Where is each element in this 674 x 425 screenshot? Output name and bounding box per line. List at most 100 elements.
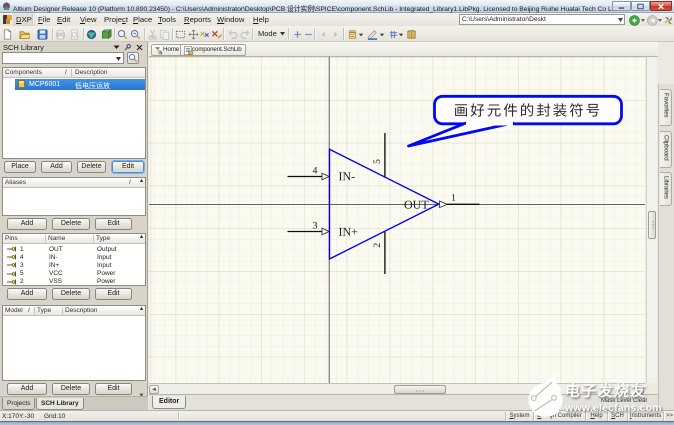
cut-icon[interactable]	[147, 29, 158, 40]
delete-model-button[interactable]: Delete	[52, 383, 90, 395]
instruments-button[interactable]: Instruments	[629, 413, 662, 419]
minimize-button[interactable]	[612, 1, 631, 11]
add-pin-button[interactable]: Add	[7, 288, 47, 300]
tab-libraries[interactable]: Libraries	[660, 172, 672, 206]
menu-help[interactable]: Help	[253, 13, 269, 26]
open-icon[interactable]	[19, 29, 30, 40]
zoom-area-icon[interactable]	[130, 29, 141, 40]
edit-alias-button[interactable]: Edit	[95, 218, 132, 230]
mask-level-button[interactable]: Mask Level	[601, 398, 631, 404]
save-icon[interactable]	[37, 29, 48, 40]
aliases-col[interactable]: Aliases	[5, 179, 26, 186]
print-preview-icon[interactable]	[69, 29, 80, 40]
delete-component-button[interactable]: Delete	[77, 161, 106, 173]
design-compiler-button[interactable]: Design Compiler	[535, 413, 584, 419]
aliases-header[interactable]: Aliases /	[3, 178, 145, 188]
clear-filter-icon[interactable]	[211, 29, 222, 40]
column-divider[interactable]	[71, 68, 72, 77]
pin-row[interactable]: 3 IN+ Input	[3, 261, 145, 269]
tab-clipboard[interactable]: Clipboard	[660, 130, 672, 168]
new-document-icon[interactable]	[2, 29, 13, 40]
system-button[interactable]: System	[507, 413, 532, 419]
tab-favorites[interactable]: Favorites	[660, 89, 672, 126]
address-combobox[interactable]: C:\Users\Administrator\Deskt	[459, 14, 625, 25]
component-name[interactable]: MCP6001	[29, 81, 60, 88]
components-col[interactable]: Components	[5, 69, 42, 76]
column-divider[interactable]	[93, 235, 94, 243]
menu-project[interactable]: Project	[104, 13, 128, 26]
model-col[interactable]: Model	[5, 307, 23, 314]
aliases-scroll-up-icon[interactable]: ▲	[138, 178, 145, 185]
close-button[interactable]	[650, 1, 672, 11]
copy-icon[interactable]	[159, 29, 170, 40]
pin-row[interactable]: 4 IN- Input	[3, 253, 145, 261]
hscroll-thumb[interactable]	[394, 385, 446, 394]
search-button[interactable]	[127, 52, 139, 64]
filter-combobox[interactable]	[2, 52, 124, 64]
component-description[interactable]: 低电压运放	[75, 81, 110, 91]
zoom-in-icon[interactable]	[117, 29, 128, 40]
add-alias-button[interactable]: Add	[7, 218, 47, 230]
menu-file[interactable]: File	[38, 13, 50, 26]
add-component-button[interactable]: Add	[41, 161, 72, 173]
redo-icon[interactable]	[240, 29, 251, 40]
delete-alias-button[interactable]: Delete	[52, 218, 90, 230]
pins-type-col[interactable]: Type	[96, 235, 110, 242]
menu-view[interactable]: View	[80, 13, 97, 26]
panel-menu-icon[interactable]	[113, 44, 120, 50]
pins-scroll-up-icon[interactable]: ▲	[138, 234, 145, 241]
menu-reports[interactable]: Reports	[184, 13, 211, 26]
move-icon[interactable]	[188, 29, 199, 40]
vertical-scrollbar[interactable]	[646, 57, 657, 383]
print-icon[interactable]	[55, 29, 66, 40]
pin-row[interactable]: 1 OUT Output	[3, 245, 145, 253]
callout[interactable]: 画好元件的封装符号	[407, 94, 623, 148]
browse-globe-icon[interactable]	[86, 29, 97, 40]
clear-button[interactable]: Clear	[633, 398, 647, 404]
menu-tools[interactable]: Tools	[158, 13, 176, 26]
help-button[interactable]: Help	[587, 413, 606, 419]
tab-sch-library[interactable]: SCH Library	[36, 398, 84, 410]
pin-row[interactable]: 5 VCC Power	[3, 270, 145, 278]
place-button[interactable]: Place	[4, 161, 36, 173]
model-type-col[interactable]: Type	[37, 307, 51, 314]
components-header[interactable]: Components / Description	[3, 67, 145, 78]
pins-header[interactable]: Pins Name Type	[3, 234, 145, 244]
edit-component-button[interactable]: Edit	[112, 161, 144, 173]
remove-mode-icon[interactable]	[303, 29, 314, 40]
vscroll-thumb[interactable]	[648, 211, 656, 239]
maximize-button[interactable]	[631, 1, 650, 11]
grid-cycle-icon[interactable]	[347, 29, 358, 40]
tab-home[interactable]: Home	[151, 44, 184, 56]
model-header[interactable]: Model / Type Description	[3, 306, 145, 316]
model-desc-col[interactable]: Description	[65, 307, 98, 314]
prev-mode-icon[interactable]	[318, 29, 329, 40]
favorites-pinwheel-icon[interactable]	[663, 15, 674, 26]
deselect-icon[interactable]	[199, 29, 210, 40]
column-divider[interactable]	[62, 307, 63, 315]
pins-name-col[interactable]: Name	[48, 235, 65, 242]
pin-row[interactable]: 2 VSS Power	[3, 278, 145, 286]
column-divider[interactable]	[34, 307, 35, 315]
horizontal-scrollbar[interactable]: ◄ ►	[149, 383, 645, 394]
pins-col[interactable]: Pins	[5, 235, 18, 242]
tab-projects[interactable]: Projects	[2, 398, 36, 410]
add-model-button[interactable]: Add	[7, 383, 47, 395]
scroll-left-icon[interactable]: ◄	[149, 385, 159, 394]
library-book-icon[interactable]	[406, 29, 417, 40]
more-panels-button[interactable]: >>	[665, 413, 674, 419]
model-scroll-up-icon[interactable]: ▲	[138, 306, 145, 313]
sch-button[interactable]: SCH	[609, 413, 626, 419]
next-mode-icon[interactable]	[330, 29, 341, 40]
back-dropdown-icon[interactable]	[640, 15, 646, 26]
line-color-icon[interactable]	[367, 29, 378, 40]
column-divider[interactable]	[45, 235, 46, 243]
scroll-right-icon[interactable]: ►	[634, 385, 644, 394]
snap-grid-dropdown-icon[interactable]	[398, 29, 404, 40]
select-area-icon[interactable]	[175, 29, 186, 40]
line-color-dropdown-icon[interactable]	[379, 29, 385, 40]
panel-pin-icon[interactable]	[124, 44, 131, 51]
delete-pin-button[interactable]: Delete	[52, 288, 90, 300]
menu-window[interactable]: Window	[217, 13, 244, 26]
cube-icon[interactable]	[101, 28, 112, 40]
